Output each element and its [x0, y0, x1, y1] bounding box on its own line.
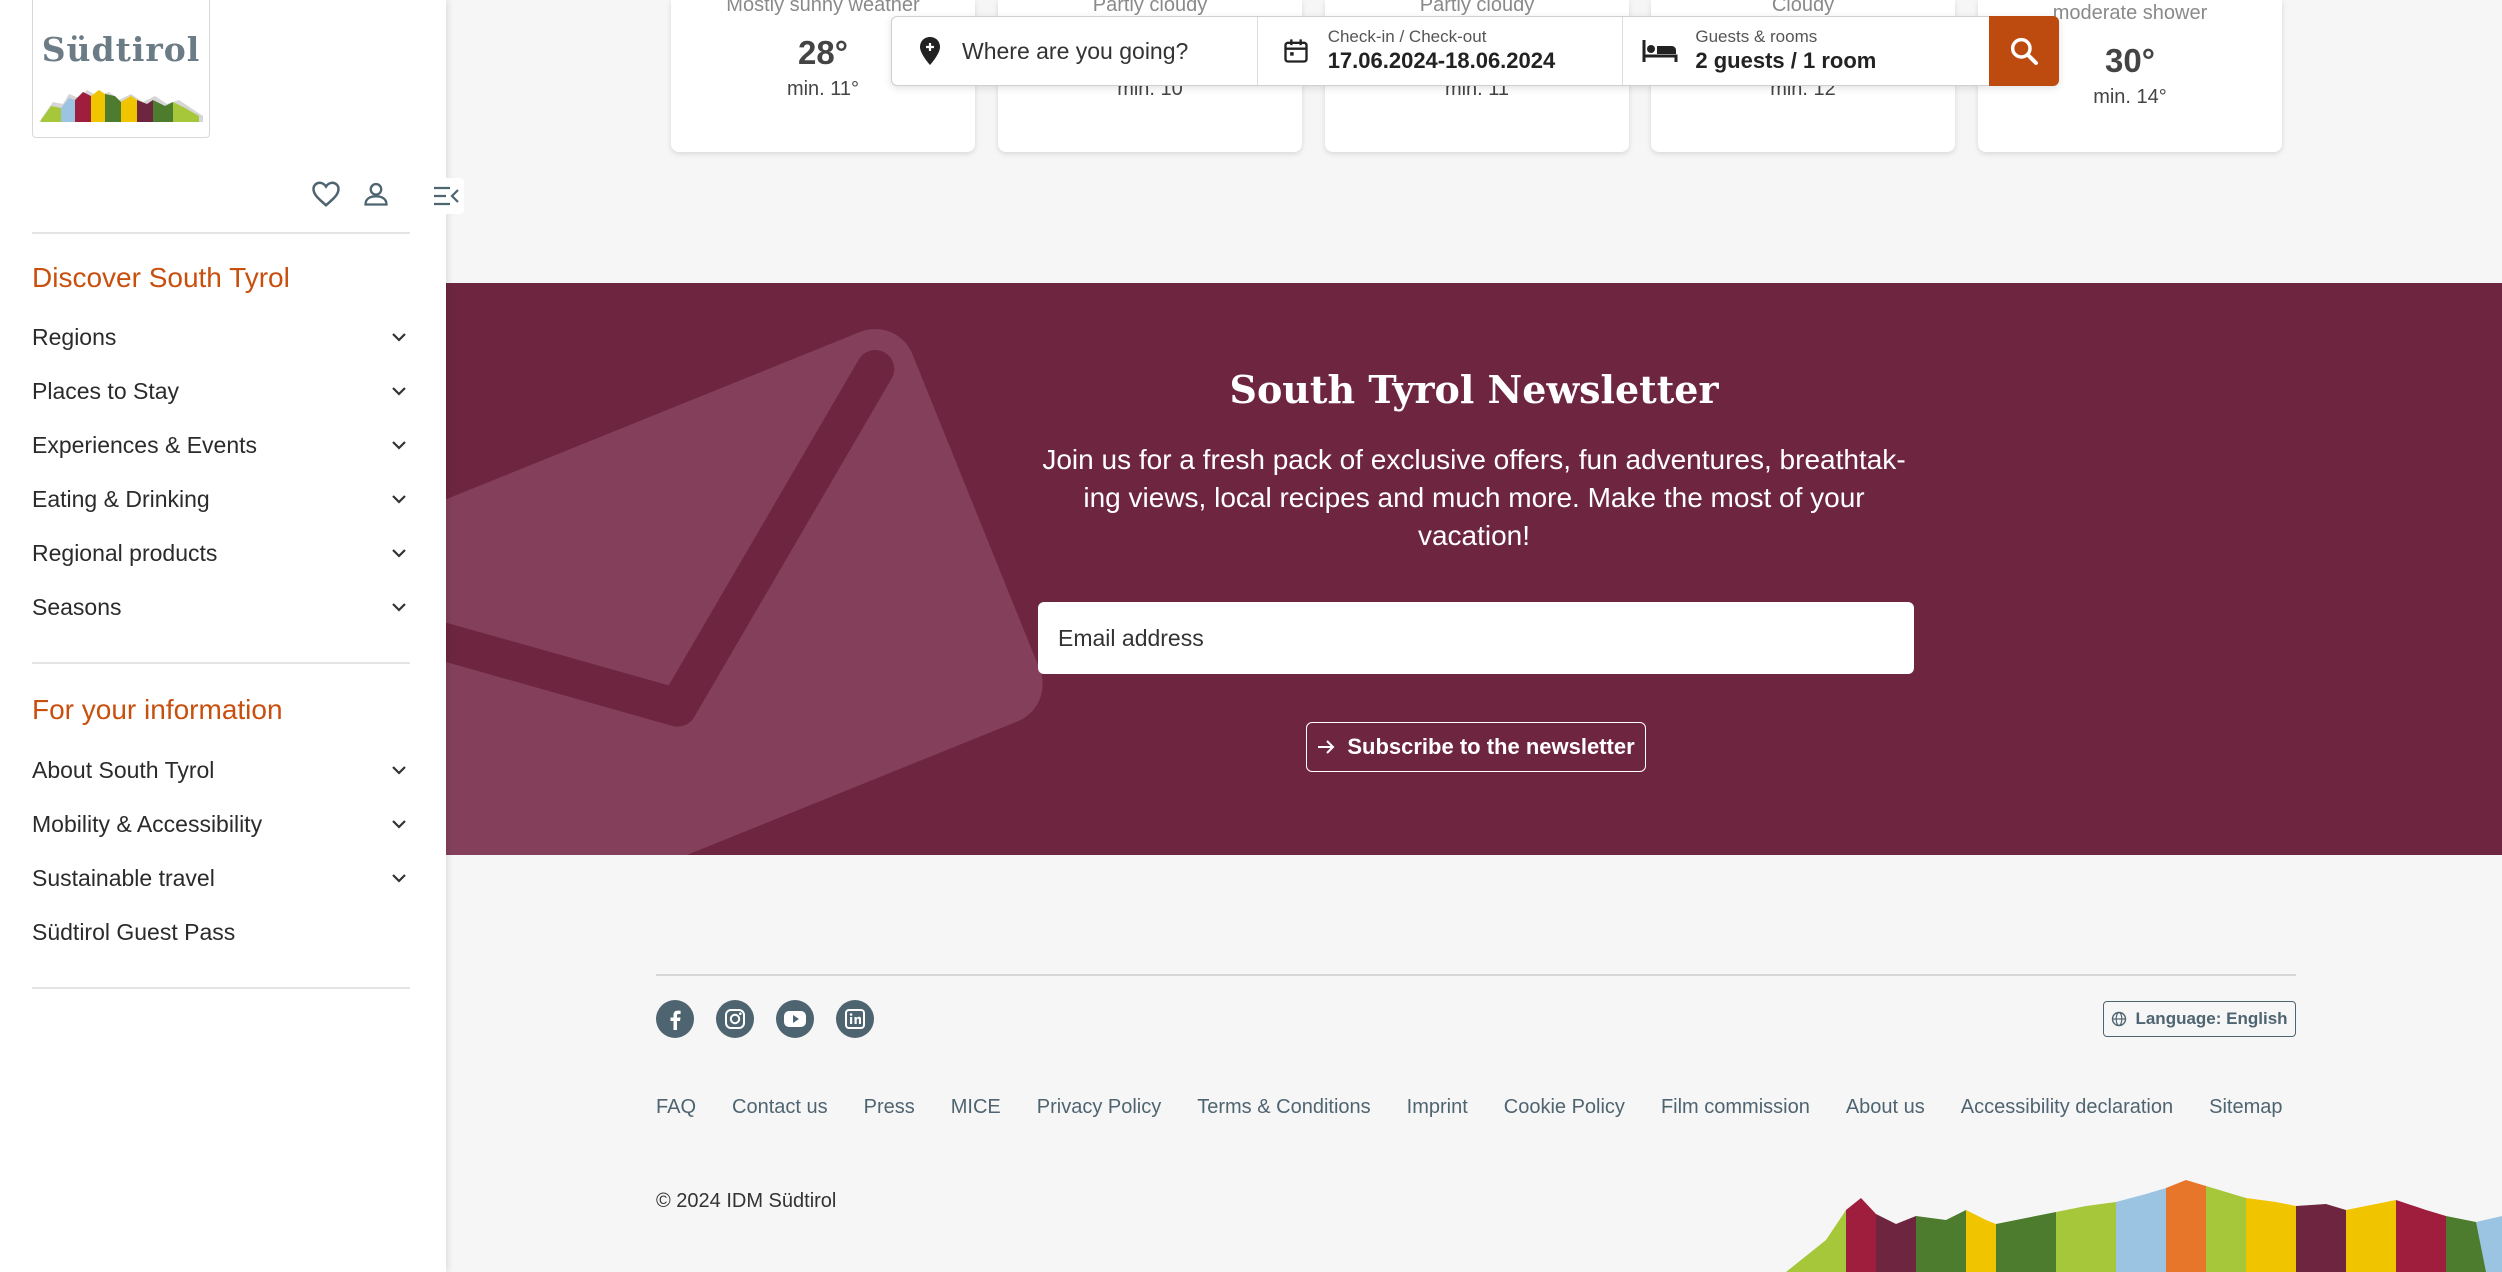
newsletter-title: South Tyrol Newsletter — [1229, 367, 1719, 412]
email-field[interactable] — [1038, 602, 1914, 674]
subscribe-button-label: Subscribe to the newsletter — [1347, 734, 1635, 759]
chevron-down-icon[interactable] — [388, 542, 410, 564]
globe-icon — [2112, 1011, 2127, 1027]
chevron-down-icon[interactable] — [388, 759, 410, 781]
destination-field[interactable] — [892, 17, 1258, 85]
info-heading: For your information — [32, 694, 283, 725]
youtube-icon[interactable] — [776, 1000, 814, 1038]
subscribe-button[interactable]: Subscribe to the newsletter — [1306, 722, 1646, 772]
footer-link-press[interactable]: Press — [864, 1096, 915, 1119]
nav-item-guest-pass[interactable]: Südtirol Guest Pass — [32, 905, 410, 959]
chevron-down-icon[interactable] — [388, 867, 410, 889]
footer-link-imprint[interactable]: Imprint — [1407, 1096, 1468, 1119]
main-content: Mostly sunny weather 28° min. 11° Partly… — [446, 0, 2502, 1272]
footer-divider — [656, 974, 2296, 976]
weather-condition: Partly cloudy — [1419, 0, 1535, 16]
footer-link-faq[interactable]: FAQ — [656, 1096, 696, 1119]
guests-label: Guests & rooms — [1695, 27, 1818, 46]
footer-link-contact[interactable]: Contact us — [732, 1096, 828, 1119]
dates-value: 17.06.2024-18.06.2024 — [1327, 48, 1556, 73]
newsletter-description: Join us for a fresh pack of exclusive of… — [1042, 444, 1906, 551]
booking-search-bar: Check-in / Check-out 17.06.2024-18.06.20… — [891, 16, 2059, 86]
newsletter-section: South Tyrol Newsletter Join us for a fre… — [446, 283, 2502, 855]
sidebar-actions — [310, 178, 392, 210]
footer-link-mice[interactable]: MICE — [951, 1096, 1001, 1119]
nav-item-label: About South Tyrol — [32, 756, 215, 783]
location-pin-icon — [914, 35, 946, 67]
search-button[interactable] — [1989, 16, 2059, 86]
discover-nav: Regions Places to Stay Experiences & Eve… — [32, 310, 410, 634]
chevron-down-icon[interactable] — [388, 434, 410, 456]
social-links — [656, 1000, 874, 1038]
weather-condition: Mostly sunny weather — [726, 0, 920, 16]
dates-field[interactable]: Check-in / Check-out 17.06.2024-18.06.20… — [1258, 17, 1624, 85]
destination-input[interactable] — [962, 37, 1252, 65]
copyright: © 2024 IDM Südtirol — [656, 1190, 837, 1212]
footer-link-accessibility[interactable]: Accessibility declaration — [1961, 1096, 2173, 1119]
chevron-down-icon[interactable] — [388, 380, 410, 402]
instagram-icon[interactable] — [716, 1000, 754, 1038]
sidebar-divider — [32, 987, 410, 989]
decorative-mountains-icon — [1786, 1180, 2502, 1272]
menu-collapse-icon[interactable] — [428, 178, 464, 214]
nav-item-sustainable-travel[interactable]: Sustainable travel — [32, 851, 410, 905]
language-label: Language: English — [2135, 1009, 2288, 1028]
footer-link-cookie-policy[interactable]: Cookie Policy — [1504, 1096, 1625, 1119]
nav-item-eating-drinking[interactable]: Eating & Drinking — [32, 472, 410, 526]
nav-item-label: Mobility & Accessibility — [32, 810, 263, 837]
sidebar: Südtirol Discover South Tyrol Regions Pl… — [0, 0, 464, 1272]
weather-min-temp: min. 14° — [2093, 86, 2167, 108]
footer-link-film-commission[interactable]: Film commission — [1661, 1096, 1810, 1119]
logo-wordmark: Südtirol — [41, 30, 201, 69]
nav-item-label: Experiences & Events — [32, 431, 258, 458]
bed-icon — [1641, 35, 1679, 67]
nav-item-regions[interactable]: Regions — [32, 310, 410, 364]
sudtirol-logo[interactable]: Südtirol — [32, 0, 210, 138]
guests-field[interactable]: Guests & rooms 2 guests / 1 room — [1623, 17, 1989, 85]
nav-item-experiences-events[interactable]: Experiences & Events — [32, 418, 410, 472]
chevron-down-icon[interactable] — [388, 813, 410, 835]
weather-condition: Cloudy — [1771, 0, 1835, 16]
nav-item-about-south-tyrol[interactable]: About South Tyrol — [32, 743, 410, 797]
logo-mountains-icon — [39, 90, 203, 122]
nav-item-label: Eating & Drinking — [32, 485, 210, 512]
footer-link-terms[interactable]: Terms & Conditions — [1197, 1096, 1370, 1119]
nav-item-seasons[interactable]: Seasons — [32, 580, 410, 634]
nav-item-regional-products[interactable]: Regional products — [32, 526, 410, 580]
user-account-icon[interactable] — [360, 178, 392, 210]
calendar-icon — [1280, 35, 1312, 67]
linkedin-icon[interactable] — [836, 1000, 874, 1038]
weather-condition: Partly cloudy — [1092, 0, 1208, 16]
guests-value: 2 guests / 1 room — [1695, 48, 1877, 73]
nav-item-label: Regions — [32, 323, 117, 350]
favorites-heart-icon[interactable] — [310, 178, 342, 210]
arrow-right-icon — [1318, 740, 1335, 754]
nav-item-label: Südtirol Guest Pass — [32, 918, 236, 945]
language-selector[interactable]: Language: English — [2103, 1001, 2296, 1037]
nav-item-label: Seasons — [32, 593, 122, 620]
sidebar-divider — [32, 232, 410, 234]
chevron-down-icon[interactable] — [388, 488, 410, 510]
dates-label: Check-in / Check-out — [1327, 27, 1487, 46]
sidebar-divider — [32, 662, 410, 664]
nav-item-label: Places to Stay — [32, 377, 180, 404]
nav-item-mobility-accessibility[interactable]: Mobility & Accessibility — [32, 797, 410, 851]
nav-item-label: Sustainable travel — [32, 864, 215, 891]
footer-link-about-us[interactable]: About us — [1846, 1096, 1925, 1119]
info-nav: About South Tyrol Mobility & Accessibili… — [32, 743, 410, 959]
discover-heading: Discover South Tyrol — [32, 262, 290, 293]
chevron-down-icon[interactable] — [388, 596, 410, 618]
facebook-icon[interactable] — [656, 1000, 694, 1038]
chevron-down-icon[interactable] — [388, 326, 410, 348]
nav-item-label: Regional products — [32, 539, 218, 566]
footer-links: FAQ Contact us Press MICE Privacy Policy… — [656, 1096, 2283, 1119]
search-icon — [2010, 37, 2039, 65]
footer-link-sitemap[interactable]: Sitemap — [2209, 1096, 2282, 1119]
footer-link-privacy[interactable]: Privacy Policy — [1037, 1096, 1161, 1119]
nav-item-places-to-stay[interactable]: Places to Stay — [32, 364, 410, 418]
